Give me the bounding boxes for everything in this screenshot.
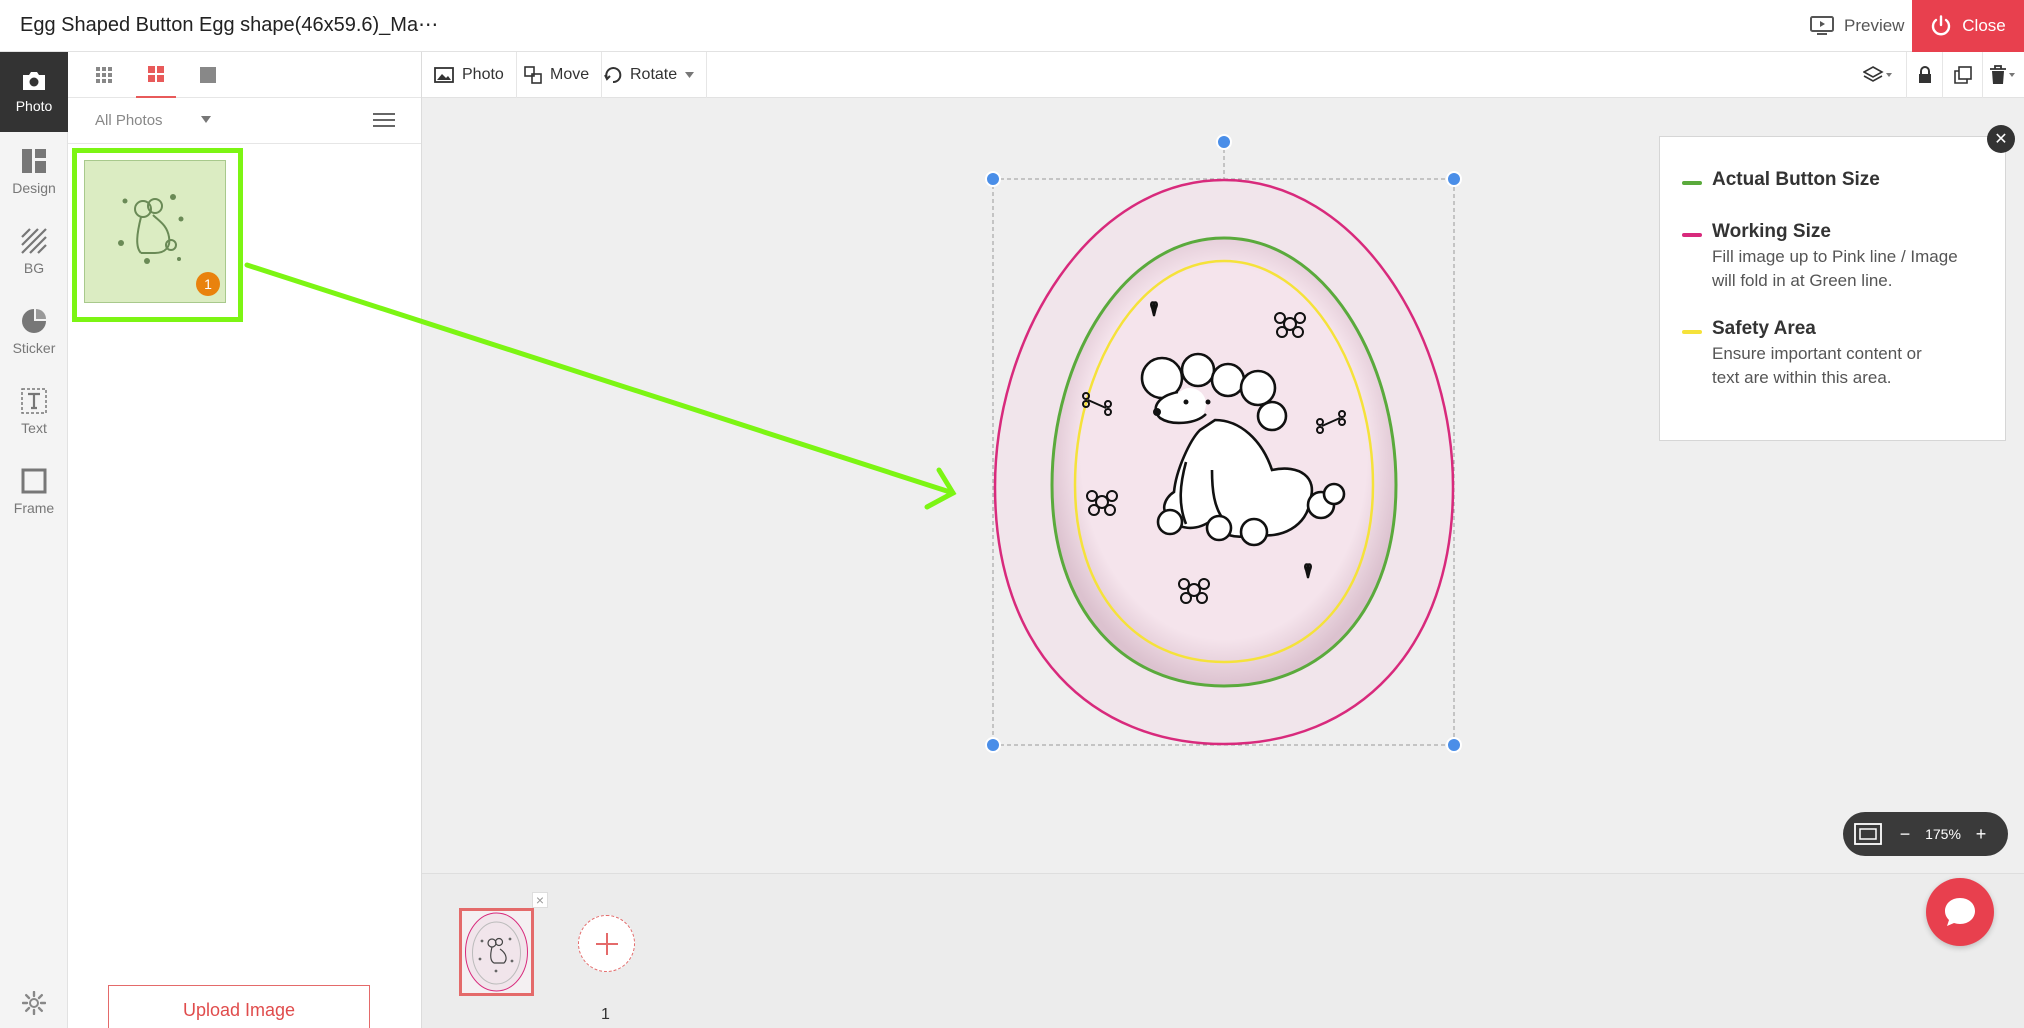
legend-item: Actual Button Size xyxy=(1682,169,1880,191)
lock-icon xyxy=(1918,66,1931,83)
remove-page-button[interactable]: × xyxy=(532,892,548,908)
rail-item-label: Frame xyxy=(13,500,55,516)
monitor-icon xyxy=(1810,16,1834,35)
rail-item-text[interactable]: Text xyxy=(0,372,68,452)
legend-description-line: Fill image up to Pink line / Image xyxy=(1712,247,1958,266)
canvas-toolbar: Photo Move Rotate xyxy=(422,52,2024,98)
view-tabs xyxy=(68,52,421,98)
rail-item-label: Design xyxy=(12,180,56,196)
green-line-swatch xyxy=(1682,181,1702,185)
upload-image-button[interactable]: Upload Image xyxy=(108,985,370,1028)
tool-rail: Photo Design BG Sticker Text Frame xyxy=(0,52,68,1028)
image-icon xyxy=(434,67,454,83)
layers-icon xyxy=(1863,66,1892,82)
sticker-icon xyxy=(22,309,46,333)
small-grid-icon xyxy=(96,67,112,83)
rail-item-design[interactable]: Design xyxy=(0,132,68,212)
page-strip xyxy=(422,873,2024,1028)
zoom-control: − 175% + xyxy=(1843,812,2008,856)
move-tool-button[interactable]: Move xyxy=(512,52,603,98)
photo-tool-label: Photo xyxy=(462,66,504,83)
zoom-level: 175% xyxy=(1925,826,1961,842)
rotate-icon xyxy=(604,67,622,84)
filter-label: All Photos xyxy=(95,112,163,129)
rotate-tool-label: Rotate xyxy=(630,66,678,83)
delete-button[interactable] xyxy=(1982,52,2022,98)
top-bar: Egg Shaped Button Egg shape(46x59.6)_Ma⋯… xyxy=(0,0,2024,52)
rail-item-frame[interactable]: Frame xyxy=(0,452,68,532)
text-icon xyxy=(21,388,47,414)
legend-title: Safety Area xyxy=(1712,318,1816,339)
add-page-button[interactable] xyxy=(578,915,635,972)
tab-single-view[interactable] xyxy=(188,52,228,98)
rail-item-label: Text xyxy=(21,420,47,436)
size-guide-legend: Actual Button Size Working Size Fill ima… xyxy=(1659,136,2006,441)
rail-item-photo[interactable]: Photo xyxy=(0,52,68,132)
rail-item-label: Sticker xyxy=(12,340,56,356)
legend-description-line: text are within this area. xyxy=(1712,368,1892,387)
rail-item-bg[interactable]: BG xyxy=(0,212,68,292)
legend-item: Working Size Fill image up to Pink line … xyxy=(1682,221,1958,293)
lock-button[interactable] xyxy=(1906,52,1942,98)
large-grid-icon xyxy=(148,66,164,82)
page-thumbnail[interactable] xyxy=(459,908,534,996)
tab-small-grid[interactable] xyxy=(84,52,124,98)
rail-item-label: Photo xyxy=(15,98,53,114)
move-tool-label: Move xyxy=(550,66,590,83)
zoom-in-button[interactable]: + xyxy=(1969,824,1993,845)
fit-screen-icon xyxy=(1854,823,1882,845)
settings-button[interactable] xyxy=(21,990,47,1020)
legend-item: Safety Area Ensure important content or … xyxy=(1682,318,1922,390)
duplicate-button[interactable] xyxy=(1942,52,1982,98)
menu-icon[interactable] xyxy=(373,112,395,128)
layout-icon xyxy=(22,149,46,173)
legend-title: Actual Button Size xyxy=(1712,169,1880,190)
rail-item-sticker[interactable]: Sticker xyxy=(0,292,68,372)
preview-label: Preview xyxy=(1844,16,1905,35)
legend-title: Working Size xyxy=(1712,221,1831,242)
photo-panel: All Photos 1 Upload Image xyxy=(68,52,422,1028)
legend-description-line: Ensure important content or xyxy=(1712,344,1922,363)
power-icon xyxy=(1932,15,1951,36)
page-number: 1 xyxy=(601,1006,610,1023)
close-label: Close xyxy=(1962,16,2006,35)
pink-line-swatch xyxy=(1682,233,1702,237)
zoom-out-button[interactable]: − xyxy=(1893,824,1917,845)
layers-button[interactable] xyxy=(1858,52,1898,98)
chevron-down-icon xyxy=(201,116,211,123)
yellow-line-swatch xyxy=(1682,330,1702,334)
legend-close-button[interactable]: ✕ xyxy=(1987,125,2015,153)
frame-icon xyxy=(21,468,47,494)
rotate-tool-button[interactable]: Rotate xyxy=(592,52,708,98)
chevron-down-icon xyxy=(685,71,695,78)
fit-to-screen-button[interactable] xyxy=(1843,812,1893,856)
single-view-icon xyxy=(200,67,216,83)
photo-filter[interactable]: All Photos xyxy=(68,98,421,144)
close-button[interactable]: Close xyxy=(1912,0,2024,52)
plus-icon xyxy=(595,932,618,955)
chat-button[interactable] xyxy=(1926,878,1994,946)
trash-icon xyxy=(1989,65,2015,84)
usage-count-badge: 1 xyxy=(196,272,220,296)
preview-button[interactable]: Preview xyxy=(1790,0,1924,52)
hatch-icon xyxy=(21,228,47,254)
gear-icon xyxy=(21,990,47,1016)
rail-item-label: BG xyxy=(23,260,45,276)
page-preview-image xyxy=(465,912,528,992)
legend-description-line: will fold in at Green line. xyxy=(1712,271,1893,290)
camera-icon xyxy=(23,72,45,90)
document-title: Egg Shaped Button Egg shape(46x59.6)_Ma⋯ xyxy=(20,14,439,36)
photo-tool-button[interactable]: Photo xyxy=(422,52,517,98)
move-icon xyxy=(524,66,542,84)
chat-bubble-icon xyxy=(1945,898,1975,926)
duplicate-icon xyxy=(1953,66,1972,84)
tab-large-grid[interactable] xyxy=(136,52,176,98)
